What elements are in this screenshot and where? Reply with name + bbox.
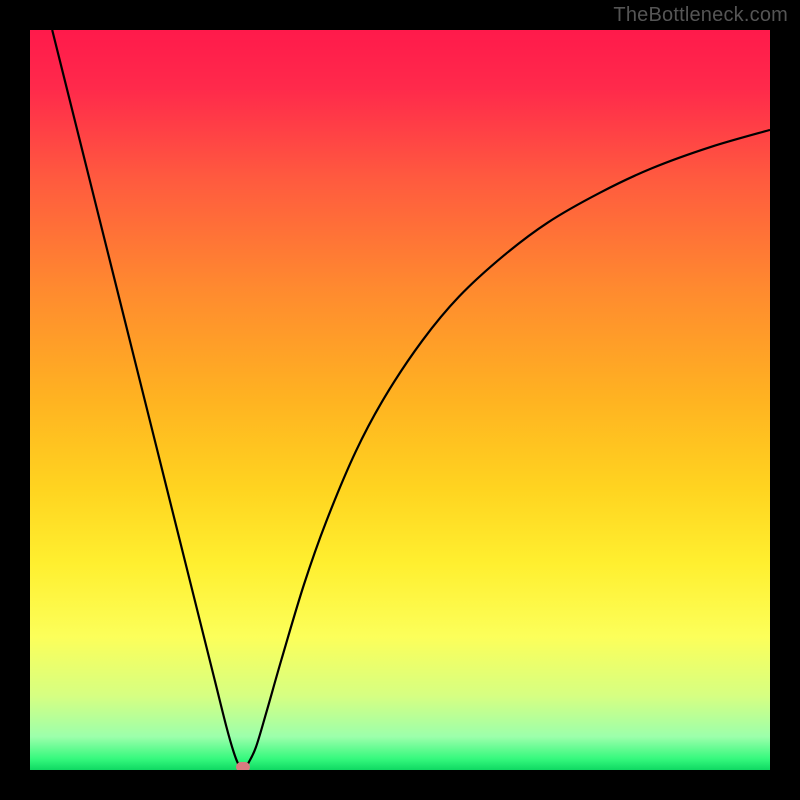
chart-frame: TheBottleneck.com	[0, 0, 800, 800]
curve-layer	[30, 30, 770, 770]
bottleneck-curve	[52, 30, 770, 769]
watermark-text: TheBottleneck.com	[613, 4, 788, 27]
optimal-marker	[236, 762, 250, 770]
plot-area	[30, 30, 770, 770]
